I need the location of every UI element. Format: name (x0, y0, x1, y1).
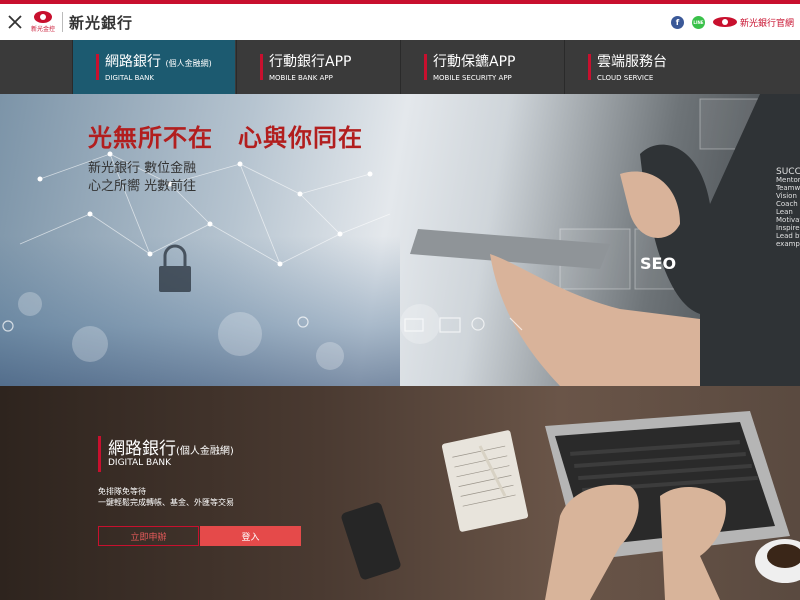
facebook-icon[interactable]: f (670, 15, 684, 29)
hero-banner: 光無所不在 心與你同在 新光銀行 數位金融 心之所嚮 光數前往 SEO SUCC… (0, 94, 800, 386)
phone-graphic (341, 502, 401, 580)
bottom-icons (404, 317, 523, 333)
header-links: f LINE 新光銀行官網 (670, 4, 794, 40)
line-icon[interactable]: LINE (691, 15, 705, 29)
tile-text-item: example (776, 240, 800, 248)
tile-text-item: Vision (776, 192, 797, 200)
nav-accent-bar (260, 54, 263, 80)
nav-item-digital-bank[interactable]: 網路銀行 (個人金融網) DIGITAL BANK (72, 40, 235, 94)
tile-seo-label: SEO (640, 254, 677, 273)
nav-accent-bar (424, 54, 427, 80)
promo-description: 免排隊免等待 一鍵輕鬆完成轉帳、基金、外匯等交易 (98, 486, 234, 508)
nav-item-title: 網路銀行 (個人金融網) (105, 54, 212, 70)
promo-desc-line2: 一鍵輕鬆完成轉帳、基金、外匯等交易 (98, 498, 234, 507)
nav-accent-bar (96, 54, 99, 80)
bank-logo[interactable]: 新光金控 新光銀行 (30, 4, 133, 40)
hero-subtitle-line1: 新光銀行 數位金融 (88, 161, 197, 176)
tile-text-item: Inspire (776, 224, 800, 232)
official-logo-icon (712, 17, 737, 27)
official-site-link[interactable]: 新光銀行官網 (712, 16, 794, 29)
lock-graphic (163, 244, 187, 266)
logo-group-name: 新光金控 (30, 26, 55, 33)
header: 新光金控 新光銀行 f LINE 新光銀行官網 (0, 4, 800, 40)
hero-subtitle-line2: 心之所嚮 光數前往 (88, 179, 197, 194)
nav-item-title: 行動銀行APP (269, 54, 352, 70)
logo-bank-name: 新光銀行 (69, 13, 134, 32)
tile-text-list: SUCC Mentor Teamwo Vision Coach Lean Mot… (776, 167, 800, 249)
nav-item-subtitle: MOBILE BANK APP (269, 74, 333, 82)
main-nav: 網路銀行 (個人金融網) DIGITAL BANK 行動銀行APP MOBILE… (0, 40, 800, 94)
official-site-label: 新光銀行官網 (739, 18, 794, 29)
tile-text-item: Lead by (776, 232, 800, 240)
hero-title: 光無所不在 心與你同在 (88, 123, 363, 152)
laptop-illustration (341, 411, 800, 600)
tile-text-item: Mentor (776, 176, 800, 184)
logo-emblem: 新光金控 (30, 11, 56, 33)
tile-text-item: Motivate (776, 216, 800, 224)
nav-item-mobile-security[interactable]: 行動保鑣APP MOBILE SECURITY APP (400, 40, 563, 94)
apply-now-button[interactable]: 立即申辦 (98, 526, 199, 546)
promo-title: 網路銀行(個人金融網) (108, 439, 234, 459)
promo-subtitle: DIGITAL BANK (108, 458, 172, 468)
nav-item-cloud-service[interactable]: 雲端服務台 CLOUD SERVICE (564, 40, 727, 94)
logo-divider (62, 12, 63, 32)
nav-item-subtitle: MOBILE SECURITY APP (433, 74, 512, 82)
logo-emblem-icon (34, 11, 52, 23)
nav-item-subtitle: DIGITAL BANK (105, 74, 155, 82)
promo-accent-bar (98, 436, 101, 472)
nav-item-title: 行動保鑣APP (433, 54, 516, 70)
network-lines (19, 153, 391, 265)
nav-item-title: 雲端服務台 (597, 54, 667, 70)
tile-text-item: SUCC (776, 167, 800, 177)
close-icon[interactable] (0, 4, 30, 40)
power-icon (2, 320, 14, 332)
tile-text-item: Coach (776, 200, 798, 208)
hero-subtitle: 新光銀行 數位金融 心之所嚮 光數前往 (88, 160, 196, 196)
tile-text-item: Teamwo (776, 184, 800, 192)
tile-text-item: Lean (776, 208, 793, 216)
nav-accent-bar (588, 54, 591, 80)
nav-item-subtitle: CLOUD SERVICE (597, 74, 654, 82)
promo-desc-line1: 免排隊免等待 (98, 487, 146, 496)
bokeh-lights (18, 292, 440, 370)
nav-item-mobile-bank[interactable]: 行動銀行APP MOBILE BANK APP (236, 40, 399, 94)
digital-bank-promo: 網路銀行(個人金融網) DIGITAL BANK 免排隊免等待 一鍵輕鬆完成轉帳… (0, 386, 800, 600)
login-button[interactable]: 登入 (200, 526, 301, 546)
